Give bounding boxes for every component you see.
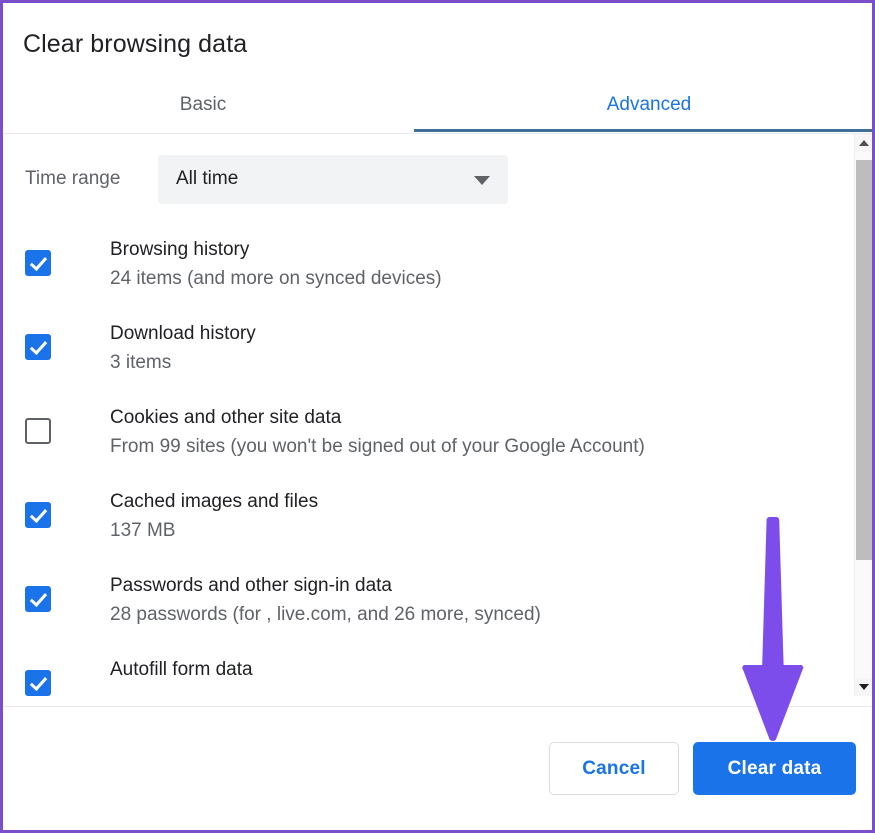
tab-bar: Basic Advanced: [3, 77, 872, 134]
option-title: Passwords and other sign-in data: [110, 574, 392, 596]
option-row-cached-images[interactable]: Cached images and files 137 MB: [3, 478, 854, 562]
option-text: Browsing history 24 items (and more on s…: [51, 226, 442, 294]
option-row-passwords[interactable]: Passwords and other sign-in data 28 pass…: [3, 562, 854, 646]
checkbox-autofill[interactable]: [25, 669, 51, 696]
time-range-select[interactable]: All time: [158, 154, 508, 204]
option-text: Autofill form data: [51, 646, 253, 684]
tab-basic[interactable]: Basic: [15, 77, 391, 132]
option-text: Passwords and other sign-in data 28 pass…: [51, 562, 541, 630]
option-subtitle: From 99 sites (you won't be signed out o…: [110, 435, 645, 457]
option-subtitle: 28 passwords (for , live.com, and 26 mor…: [110, 603, 541, 625]
option-row-autofill[interactable]: Autofill form data: [3, 646, 854, 696]
scrollbar-thumb[interactable]: [856, 159, 872, 560]
option-subtitle: 137 MB: [110, 519, 176, 541]
time-range-row: Time range All time: [3, 134, 854, 204]
option-subtitle: 3 items: [110, 351, 172, 373]
checkbox-passwords[interactable]: [25, 585, 51, 612]
clear-browsing-data-dialog: Clear browsing data Basic Advanced Time …: [3, 3, 872, 830]
option-text: Download history 3 items: [51, 310, 256, 378]
option-text: Cookies and other site data From 99 site…: [51, 394, 645, 462]
time-range-label: Time range: [25, 168, 121, 189]
vertical-scrollbar[interactable]: [854, 133, 872, 696]
checkbox-download-history[interactable]: [25, 333, 51, 360]
options-scroll-area[interactable]: Time range All time Browsing history 24 …: [3, 133, 854, 696]
checkbox-cached-images[interactable]: [25, 501, 51, 528]
tab-advanced[interactable]: Advanced: [414, 77, 872, 132]
option-row-cookies[interactable]: Cookies and other site data From 99 site…: [3, 394, 854, 478]
screenshot-frame: Clear browsing data Basic Advanced Time …: [0, 0, 875, 833]
option-subtitle: 24 items (and more on synced devices): [110, 267, 442, 289]
option-text: Cached images and files 137 MB: [51, 478, 318, 546]
scroll-down-button[interactable]: [855, 677, 872, 696]
active-tab-indicator: [414, 128, 872, 132]
checkbox-cookies[interactable]: [25, 417, 51, 444]
clear-data-button[interactable]: Clear data: [693, 742, 856, 795]
scroll-up-arrow-icon: [858, 139, 869, 146]
cancel-button[interactable]: Cancel: [549, 742, 679, 795]
checkbox-browsing-history[interactable]: [25, 249, 51, 276]
option-title: Download history: [110, 322, 256, 344]
option-title: Browsing history: [110, 238, 250, 260]
scroll-up-button[interactable]: [855, 133, 872, 152]
option-row-browsing-history[interactable]: Browsing history 24 items (and more on s…: [3, 226, 854, 310]
page-title: Clear browsing data: [23, 30, 248, 58]
chevron-down-icon: [474, 176, 490, 185]
dialog-footer: Cancel Clear data: [3, 706, 872, 830]
option-row-download-history[interactable]: Download history 3 items: [3, 310, 854, 394]
time-range-value: All time: [176, 168, 239, 189]
dialog-body: Time range All time Browsing history 24 …: [3, 133, 872, 707]
option-title: Autofill form data: [110, 658, 253, 680]
option-title: Cached images and files: [110, 490, 319, 512]
option-title: Cookies and other site data: [110, 406, 342, 428]
options-list: Browsing history 24 items (and more on s…: [3, 204, 854, 696]
scroll-down-arrow-icon: [858, 683, 869, 690]
